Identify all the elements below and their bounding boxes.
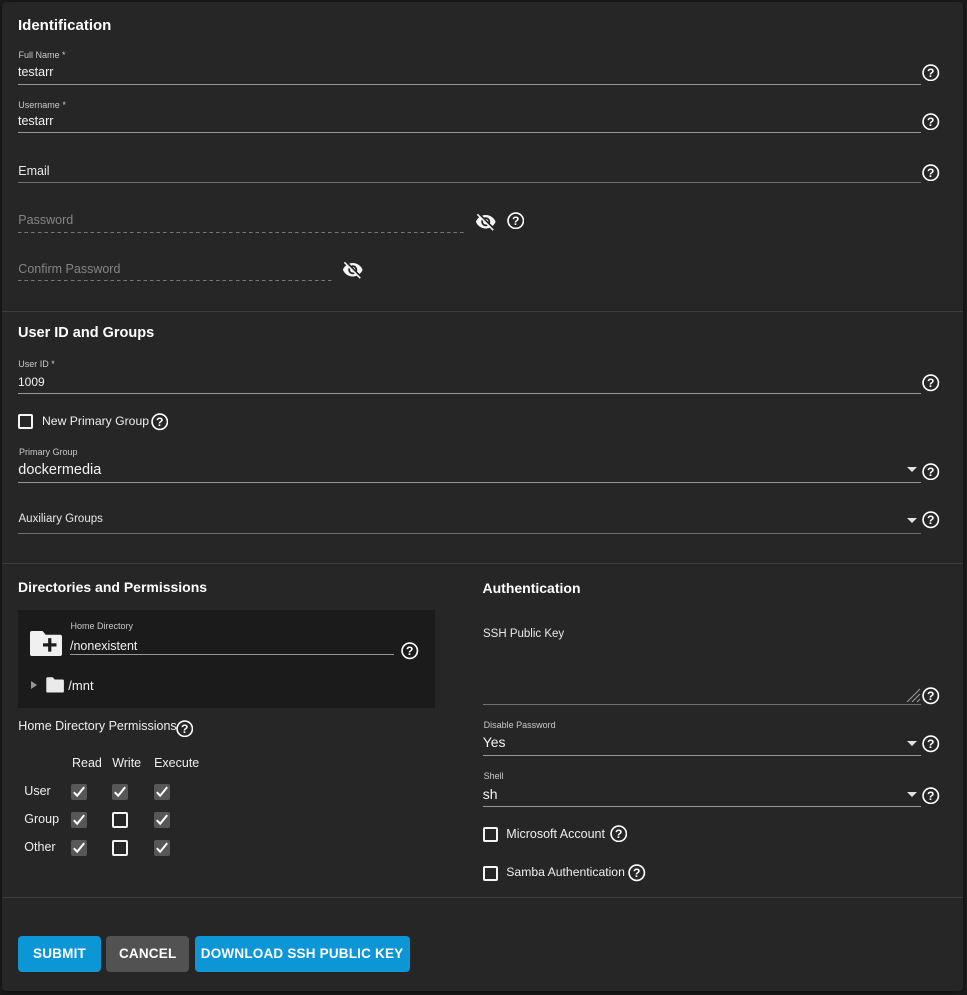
svg-text:?: ? xyxy=(927,376,934,390)
svg-text:?: ? xyxy=(512,214,519,228)
svg-text:?: ? xyxy=(406,644,413,658)
svg-text:?: ? xyxy=(615,827,622,841)
svg-text:?: ? xyxy=(927,513,934,527)
svg-text:?: ? xyxy=(927,689,934,703)
svg-text:?: ? xyxy=(156,415,163,429)
svg-text:?: ? xyxy=(181,722,188,736)
svg-text:?: ? xyxy=(927,737,934,751)
svg-text:?: ? xyxy=(927,115,934,129)
svg-text:?: ? xyxy=(927,465,934,479)
svg-text:?: ? xyxy=(927,66,934,80)
svg-text:?: ? xyxy=(927,789,934,803)
svg-text:?: ? xyxy=(927,166,934,180)
svg-text:?: ? xyxy=(633,866,640,880)
